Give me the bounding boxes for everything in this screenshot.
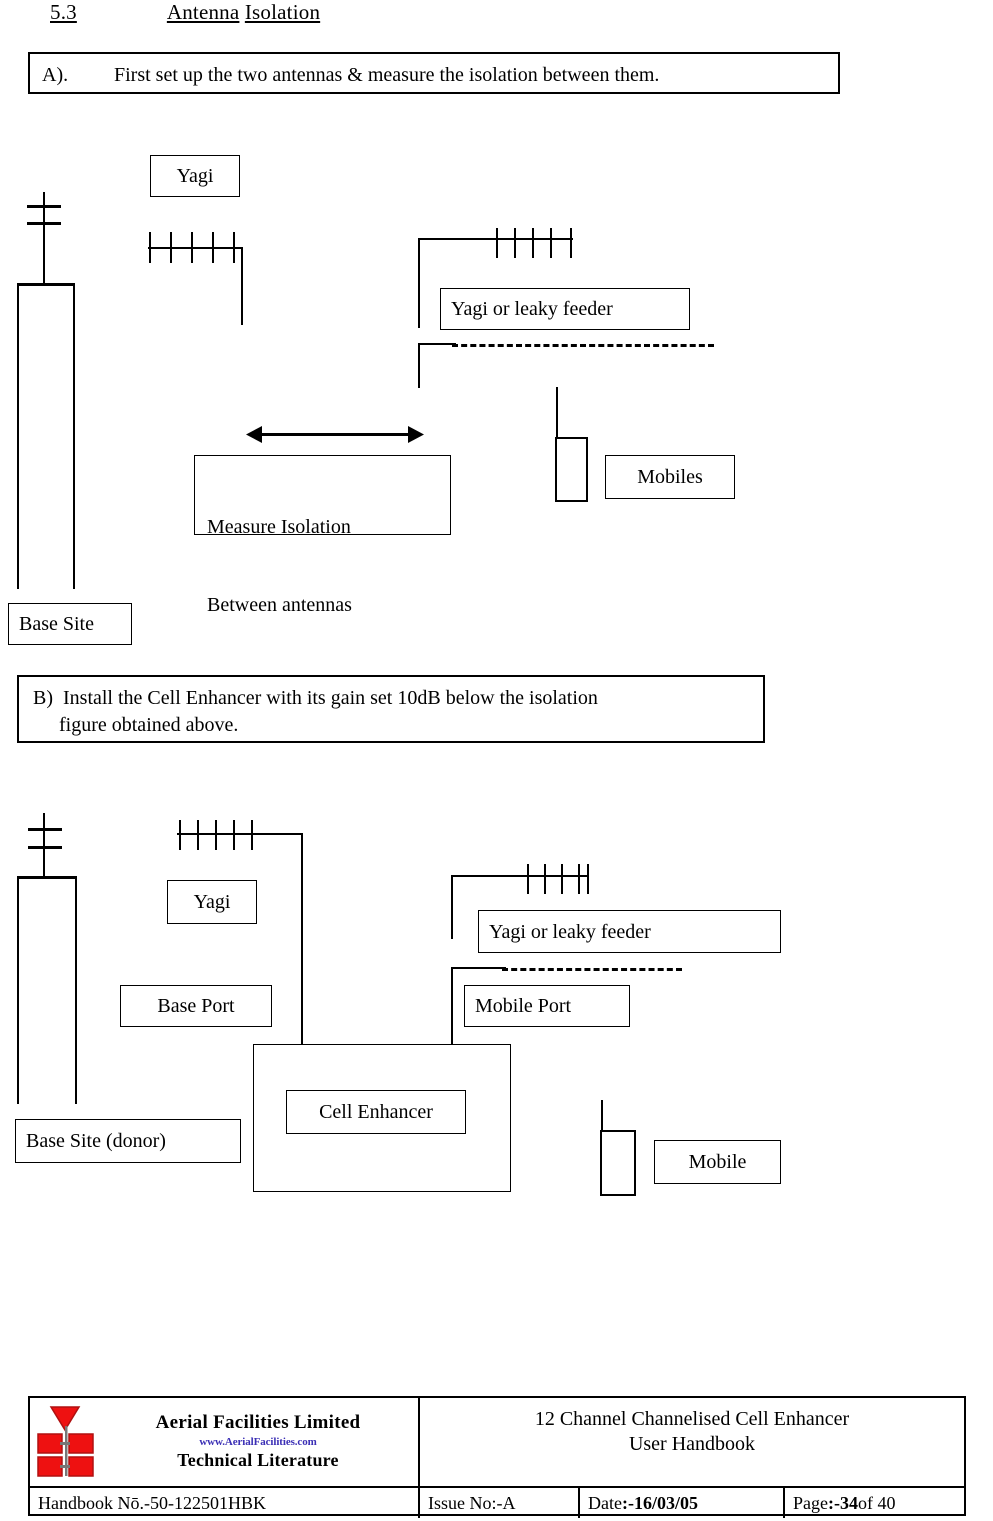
- yagi-right-element-3: [532, 228, 534, 258]
- leaky-feeder-stub: [418, 343, 456, 345]
- isolation-arrow-left-head: [246, 426, 262, 443]
- step-b-text-1: Install the Cell Enhancer with its gain …: [63, 687, 598, 709]
- page-label: Page: [793, 1492, 828, 1513]
- yagi-right-element-1: [496, 228, 498, 258]
- diagram-a-yagi-leaky-label: Yagi or leaky feeder: [440, 288, 690, 330]
- base-port-label: Base Port: [120, 985, 272, 1027]
- step-a-text: First set up the two antennas & measure …: [114, 64, 660, 86]
- mobile-label: Mobile: [654, 1140, 781, 1184]
- cell-enhancer-label: Cell Enhancer: [286, 1090, 466, 1134]
- page-footer: Aerial Facilities Limited www.AerialFaci…: [28, 1396, 966, 1518]
- yagi-right-feedline: [418, 238, 420, 328]
- footer-row-bottom: Handbook Nō.-50-122501HBK Issue No:-A Da…: [30, 1486, 964, 1518]
- step-b-line-1: B) Install the Cell Enhancer with its ga…: [33, 685, 753, 712]
- isolation-arrow-right-head: [408, 426, 424, 443]
- diagram-b-yagi-element-4: [233, 820, 235, 850]
- diagram-b-yagi-element-1: [179, 820, 181, 850]
- doc-title: 12 Channel Channelised Cell Enhancer: [534, 1408, 850, 1430]
- diagram-a-base-site-label: Base Site: [8, 603, 132, 645]
- diagram-b-yagi-boom: [177, 833, 303, 835]
- yagi-left-element-1: [149, 232, 151, 263]
- yagi-right-element-5: [570, 228, 572, 258]
- page-number: Page:-34 of 40: [785, 1488, 964, 1518]
- brand-url[interactable]: www.AerialFacilities.com: [98, 1436, 418, 1449]
- step-b-callout: B) Install the Cell Enhancer with its ga…: [17, 675, 765, 743]
- yagi-left-element-4: [212, 232, 214, 263]
- section-title-word-1: Antenna: [166, 0, 240, 24]
- yagi-left-element-2: [170, 232, 172, 263]
- diagram-b-yagi-element-2: [197, 820, 199, 850]
- date-value: :-16/03/05: [621, 1492, 698, 1513]
- yagi-left-element-5: [233, 232, 235, 263]
- donor-mast-crossbar-upper: [28, 828, 62, 831]
- yagi-left-element-3: [191, 232, 193, 263]
- leaky-feeder-drop: [418, 343, 420, 388]
- donor-base-site-label: Base Site (donor): [15, 1119, 241, 1163]
- diagram-a-yagi-label: Yagi: [150, 155, 240, 197]
- section-number: 5.3: [50, 0, 77, 24]
- donor-base-site-tower: [17, 876, 77, 1104]
- page-title: 5.3 Antenna Isolation: [50, 0, 320, 25]
- footer-brand-cell: Aerial Facilities Limited www.AerialFaci…: [30, 1398, 420, 1486]
- diagram-b-yagi-element-5: [251, 820, 253, 850]
- yagi-left-boom: [148, 247, 243, 249]
- document-date: Date:-16/03/05: [580, 1488, 785, 1518]
- date-label: Date: [588, 1492, 622, 1513]
- diagram-b-yagi-feedline: [301, 833, 303, 1045]
- donor-mast-crossbar-lower: [28, 846, 62, 849]
- footer-doc-title-cell: 12 Channel Channelised Cell Enhancer Use…: [420, 1398, 964, 1486]
- diagram-b-mobile-yagi-boom: [451, 875, 588, 877]
- mast-crossbar-upper: [27, 205, 61, 208]
- brand-name: Aerial Facilities Limited: [155, 1412, 361, 1434]
- mobiles-handset-body: [555, 437, 588, 502]
- base-site-tower: [17, 283, 75, 589]
- diagram-b-mobile-yagi-feedline: [451, 875, 453, 939]
- footer-row-top: Aerial Facilities Limited www.AerialFaci…: [30, 1398, 964, 1486]
- issue-number: Issue No:-A: [420, 1488, 580, 1518]
- diagram-b-leaky-drop: [451, 967, 453, 1045]
- mobile-antenna: [601, 1100, 603, 1132]
- measure-isolation-line-2: Between antennas: [207, 594, 352, 616]
- brand-tagline: Technical Literature: [177, 1450, 339, 1471]
- doc-subtitle: User Handbook: [628, 1433, 756, 1455]
- mobile-port-label: Mobile Port: [464, 985, 630, 1027]
- step-b-label: B): [33, 687, 53, 709]
- diagram-b-yagi-label: Yagi: [167, 880, 257, 924]
- step-a-label: A).: [42, 64, 69, 86]
- yagi-right-element-4: [550, 228, 552, 258]
- section-title-word-2: Isolation: [244, 0, 321, 24]
- measure-isolation-line-1: Measure Isolation: [207, 516, 351, 538]
- mobiles-antenna: [556, 387, 558, 439]
- measure-isolation-box: Measure Isolation Between antennas: [194, 455, 451, 616]
- step-a-callout: A). First set up the two antennas & measu…: [28, 52, 840, 94]
- page-total: of 40: [858, 1492, 896, 1513]
- diagram-b-leaky-stub: [451, 967, 506, 969]
- diagram-b-mobile-yagi-element-5: [587, 864, 589, 894]
- diagram-b-yagi-leaky-label: Yagi or leaky feeder: [478, 910, 781, 953]
- mobile-handset-body: [600, 1130, 636, 1196]
- document-page: 5.3 Antenna Isolation A). First set up the…: [0, 0, 993, 1521]
- mobiles-label: Mobiles: [605, 455, 735, 499]
- diagram-b-mobile-yagi-element-4: [578, 864, 580, 894]
- diagram-b-yagi-element-3: [215, 820, 217, 850]
- handbook-number: Handbook Nō.-50-122501HBK: [30, 1488, 420, 1518]
- logo-svg: [37, 1406, 94, 1477]
- page-value: :-34: [828, 1492, 858, 1513]
- mast-crossbar-lower: [27, 222, 61, 225]
- leaky-feeder-dashed-line: [452, 344, 714, 347]
- diagram-b-mobile-yagi-element-2: [544, 864, 546, 894]
- yagi-left-feedline: [241, 247, 243, 325]
- diagram-b-mobile-yagi-element-1: [527, 864, 529, 894]
- diagram-b-leaky-dashed-line: [502, 968, 682, 971]
- yagi-right-element-2: [514, 228, 516, 258]
- diagram-b-mobile-yagi-element-3: [561, 864, 563, 894]
- isolation-arrow-shaft: [258, 433, 416, 436]
- company-logo-icon: [36, 1404, 94, 1480]
- brand-text-block: Aerial Facilities Limited www.AerialFaci…: [98, 1413, 418, 1471]
- step-b-text-2: figure obtained above.: [59, 714, 239, 736]
